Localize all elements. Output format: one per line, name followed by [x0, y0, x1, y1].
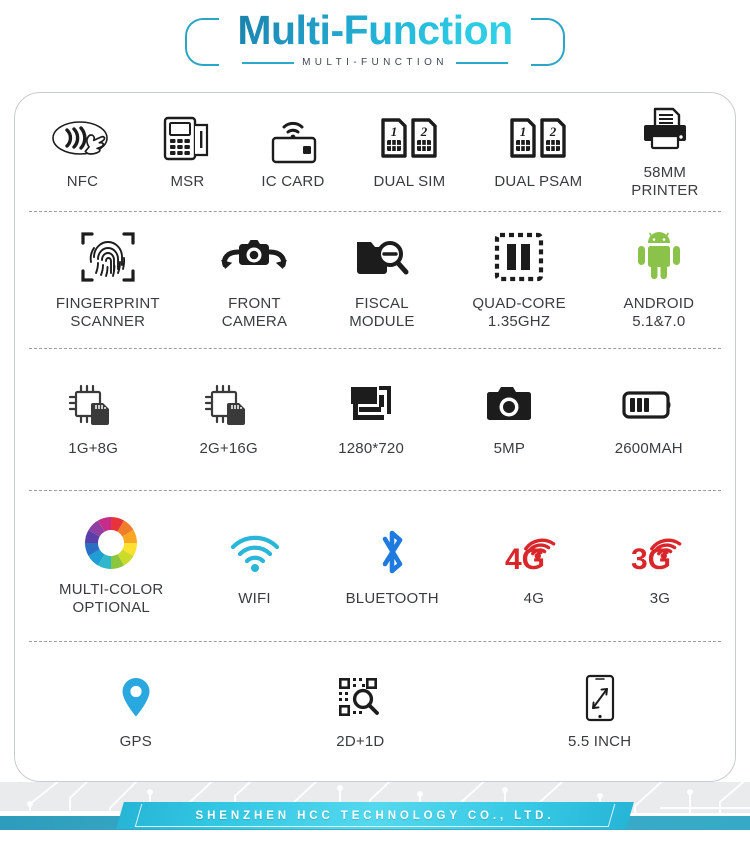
title-group: Multi-Function MULTI-FUNCTION [185, 8, 565, 68]
feature-resolution: 1280*720 [338, 379, 404, 458]
feature-msr: MSR [162, 112, 212, 191]
feature-label: 1G+8G [68, 440, 119, 458]
color-wheel-icon [82, 514, 140, 572]
ic-card-icon [265, 112, 321, 164]
feature-barcode-scanner: 2D+1D [336, 672, 384, 751]
feature-label: MSR [170, 173, 205, 191]
feature-camera: 5MP [484, 379, 534, 458]
feature-gps: GPS [119, 672, 153, 751]
feature-screen-size: 5.5 INCH [568, 672, 631, 751]
barcode-scanner-icon [337, 672, 383, 724]
gps-icon [119, 672, 153, 724]
row-wireless: MULTI-COLOR OPTIONAL WIFI BLUETOOTH 4G 4… [15, 489, 735, 642]
feature-memory-2g16g: 2G+16G [200, 379, 258, 458]
page-title: Multi-Function [233, 8, 516, 53]
feature-label: GPS [119, 732, 152, 750]
svg-text:2: 2 [549, 124, 557, 139]
feature-label: QUAD-CORE 1.35GHZ [472, 294, 566, 330]
memory-2g16g-icon [203, 379, 255, 431]
feature-label: DUAL PSAM [494, 173, 583, 191]
front-camera-icon [217, 228, 291, 286]
feature-dual-sim: 1 2 DUAL SIM [373, 112, 445, 191]
dual-psam-icon: 1 2 [508, 112, 568, 164]
svg-text:2: 2 [420, 124, 428, 139]
nfc-icon [51, 112, 113, 164]
feature-label: 5.5 INCH [567, 732, 632, 750]
feature-label: 5MP [493, 440, 526, 458]
bracket-right-decoration [530, 18, 565, 66]
feature-nfc: NFC [51, 112, 113, 191]
feature-multi-color: MULTI-COLOR OPTIONAL [59, 514, 163, 618]
feature-label: 58MM PRINTER [631, 164, 699, 200]
fiscal-module-icon [353, 228, 411, 286]
footer-base [0, 830, 750, 858]
feature-dual-psam: 1 2 DUAL PSAM [494, 112, 582, 191]
quad-core-icon [494, 228, 544, 286]
company-name: SHENZHEN HCC TECHNOLOGY CO., LTD. [195, 809, 555, 822]
feature-label: IC CARD [261, 173, 325, 191]
feature-front-camera: FRONT CAMERA [217, 228, 291, 332]
row-connectivity: NFC MSR IC CARD 1 2 DUAL SIM 1 2 DUAL PS… [15, 93, 735, 211]
feature-label: BLUETOOTH [345, 589, 439, 607]
feature-label: ANDROID 5.1&7.0 [623, 294, 695, 330]
msr-icon [162, 112, 212, 164]
battery-icon [621, 379, 677, 431]
feature-label: MULTI-COLOR OPTIONAL [59, 580, 164, 617]
feature-label: FINGERPRINT SCANNER [55, 294, 160, 330]
feature-label: 2D+1D [336, 732, 385, 750]
bluetooth-icon [372, 523, 412, 581]
signal-4g-icon: 4G [503, 523, 565, 581]
subtitle-row: MULTI-FUNCTION [242, 57, 508, 68]
feature-label: 3G [649, 589, 671, 607]
feature-android: ANDROID 5.1&7.0 [624, 228, 695, 332]
resolution-icon [346, 379, 396, 431]
signal-3g-icon: 3G [629, 523, 691, 581]
svg-text:1: 1 [391, 124, 398, 139]
feature-label: 2G+16G [199, 440, 258, 458]
feature-label: FISCAL MODULE [349, 294, 415, 330]
wifi-icon [228, 523, 282, 581]
poster-page: Multi-Function MULTI-FUNCTION NFC MSR IC… [0, 0, 750, 858]
dual-sim-icon: 1 2 [379, 112, 439, 164]
row-hardware: FINGERPRINT SCANNER FRONT CAMERA FISCAL … [15, 210, 735, 349]
feature-memory-1g8g: 1G+8G [67, 379, 119, 458]
bracket-left-decoration [185, 18, 220, 66]
feature-fingerprint: FINGERPRINT SCANNER [56, 228, 160, 332]
feature-label: DUAL SIM [373, 173, 446, 191]
fingerprint-icon [80, 228, 136, 286]
feature-battery: 2600MAH [615, 379, 683, 458]
footer: SHENZHEN HCC TECHNOLOGY CO., LTD. [0, 782, 750, 858]
android-icon [635, 228, 683, 286]
feature-label: NFC [66, 173, 99, 191]
feature-label: FRONT CAMERA [221, 294, 288, 330]
svg-text:1: 1 [520, 124, 527, 139]
feature-label: WIFI [238, 589, 271, 607]
feature-label: 4G [523, 589, 545, 607]
feature-printer: 58MM PRINTER [631, 103, 698, 201]
memory-1g8g-icon [67, 379, 119, 431]
feature-wifi: WIFI [228, 523, 282, 608]
feature-label: 1280*720 [338, 440, 405, 458]
feature-fiscal-module: FISCAL MODULE [349, 228, 414, 332]
feature-4g: 4G 4G [503, 523, 565, 608]
camera-icon [484, 379, 534, 431]
feature-bluetooth: BLUETOOTH [346, 523, 439, 608]
features-card: NFC MSR IC CARD 1 2 DUAL SIM 1 2 DUAL PS… [14, 92, 736, 782]
rule-left [242, 61, 295, 64]
feature-ic-card: IC CARD [261, 112, 324, 191]
screen-size-icon [583, 672, 617, 724]
rule-right [455, 61, 508, 64]
row-specs: 1G+8G 2G+16G 1280*720 5MP 2600MAH [15, 348, 735, 490]
feature-label: 2600MAH [614, 440, 683, 458]
header: Multi-Function MULTI-FUNCTION [0, 0, 750, 88]
page-subtitle: MULTI-FUNCTION [302, 57, 448, 69]
feature-3g: 3G 3G [629, 523, 691, 608]
printer-icon [639, 103, 691, 155]
row-extras: GPS 2D+1D 5.5 INCH [15, 641, 735, 781]
feature-quad-core: QUAD-CORE 1.35GHZ [472, 228, 566, 332]
